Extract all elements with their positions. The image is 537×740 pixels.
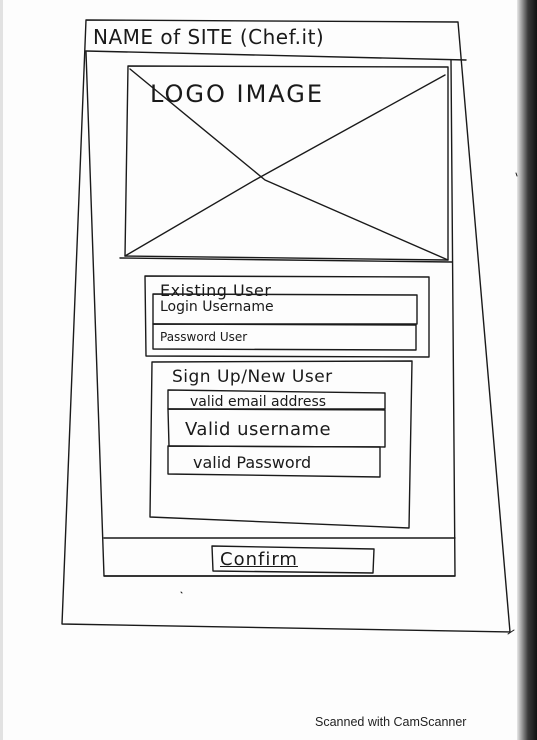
signup-password-input[interactable]: valid Password <box>193 453 311 472</box>
confirm-button[interactable]: Confirm <box>220 549 298 570</box>
scan-speck <box>515 172 518 177</box>
signup-username-input[interactable]: Valid username <box>185 419 331 440</box>
login-username-input[interactable]: Login Username <box>160 299 274 315</box>
scanned-paper: NAME of SITE (Chef.it) LOGO IMAGE Existi… <box>0 0 537 740</box>
logo-image-placeholder: LOGO IMAGE <box>150 80 325 108</box>
scan-speck <box>180 591 183 594</box>
existing-user-title: Existing User <box>160 281 272 300</box>
email-address-input[interactable]: valid email address <box>190 394 326 410</box>
header-divider <box>85 50 467 61</box>
phone-frame <box>61 19 511 633</box>
site-name-header: NAME of SITE (Chef.it) <box>93 25 325 49</box>
camscanner-watermark: Scanned with CamScanner <box>315 715 467 729</box>
signup-title: Sign Up/New User <box>172 367 333 387</box>
password-user-input[interactable]: Password User <box>160 330 247 344</box>
